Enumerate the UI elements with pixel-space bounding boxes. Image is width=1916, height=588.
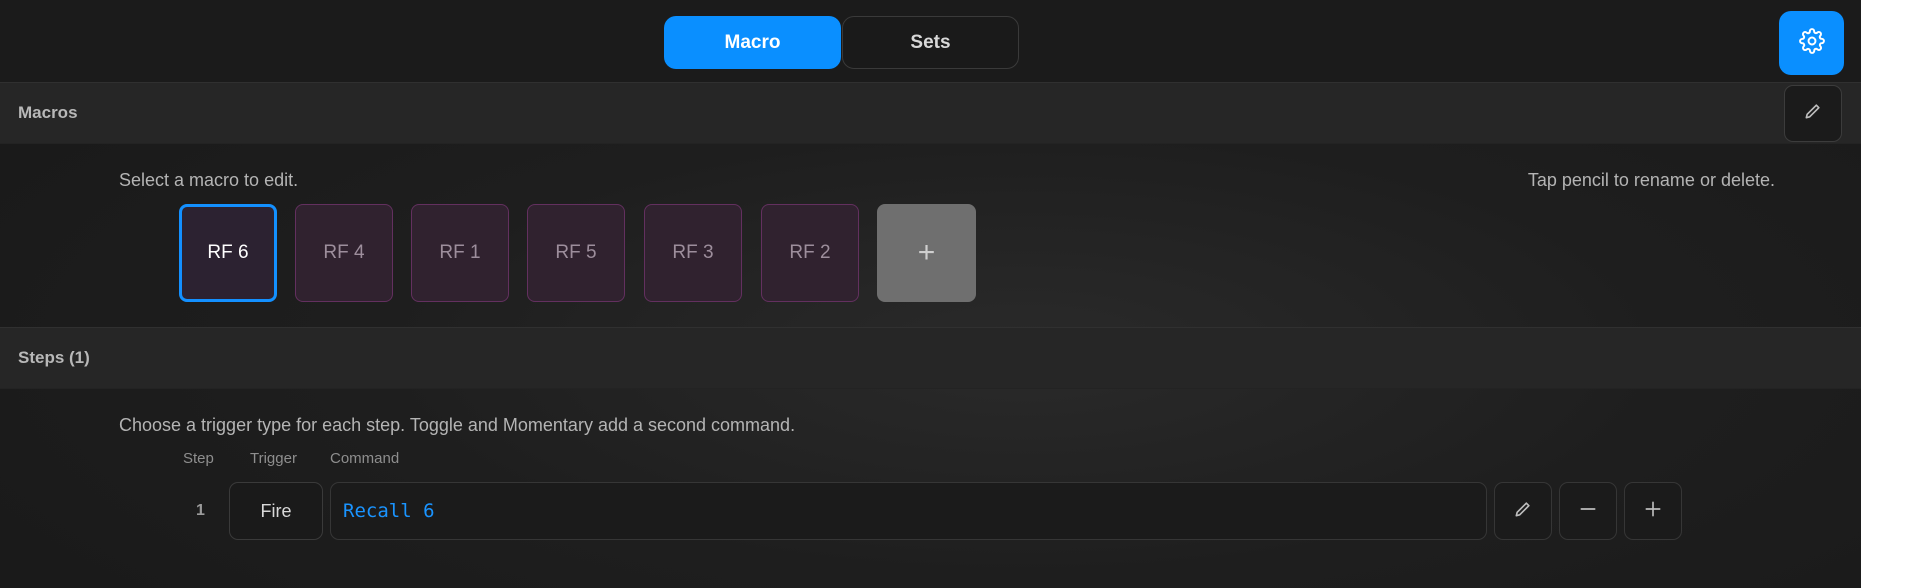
rename-macro-button[interactable] [1784,85,1842,142]
add-macro-button[interactable]: + [877,204,976,302]
remove-step-button[interactable] [1559,482,1617,540]
steps-title: Steps (1) [18,348,90,367]
gear-icon [1798,27,1825,59]
steps-section-header: Steps (1) [0,327,1861,389]
edit-step-button[interactable] [1494,482,1552,540]
macros-hint: Select a macro to edit. [119,170,299,190]
macro-tile-rf3[interactable]: RF 3 [644,204,742,302]
step-number: 1 [196,502,205,519]
tab-sets[interactable]: Sets [842,16,1019,69]
column-header-trigger: Trigger [250,450,297,467]
trigger-button[interactable]: Fire [229,482,323,540]
minus-icon [1578,499,1598,524]
top-bar: Macro Sets [0,0,1861,82]
column-header-step: Step [183,450,214,467]
tab-macro[interactable]: Macro [664,16,841,69]
macro-tile-rf5[interactable]: RF 5 [527,204,625,302]
window-margin [1861,0,1916,588]
macros-title: Macros [18,103,78,122]
plus-icon [1643,499,1663,524]
macro-tile-rf1[interactable]: RF 1 [411,204,509,302]
pencil-icon [1513,499,1533,524]
command-field[interactable]: Recall 6 [330,482,1487,540]
macro-tile-rf2[interactable]: RF 2 [761,204,859,302]
column-header-command: Command [330,450,400,467]
add-step-button[interactable] [1624,482,1682,540]
macro-tile-rf6[interactable]: RF 6 [179,204,277,302]
app-window: Macro Sets Macros Select a macro to edit… [0,0,1861,588]
pencil-icon [1803,101,1823,126]
macro-tile-rf4[interactable]: RF 4 [295,204,393,302]
plus-icon: + [917,236,936,269]
macros-pencil-hint: Tap pencil to rename or delete. [1527,170,1775,190]
macros-section-header: Macros [0,82,1861,144]
settings-button[interactable] [1779,11,1844,75]
steps-hint: Choose a trigger type for each step. Tog… [119,415,796,435]
